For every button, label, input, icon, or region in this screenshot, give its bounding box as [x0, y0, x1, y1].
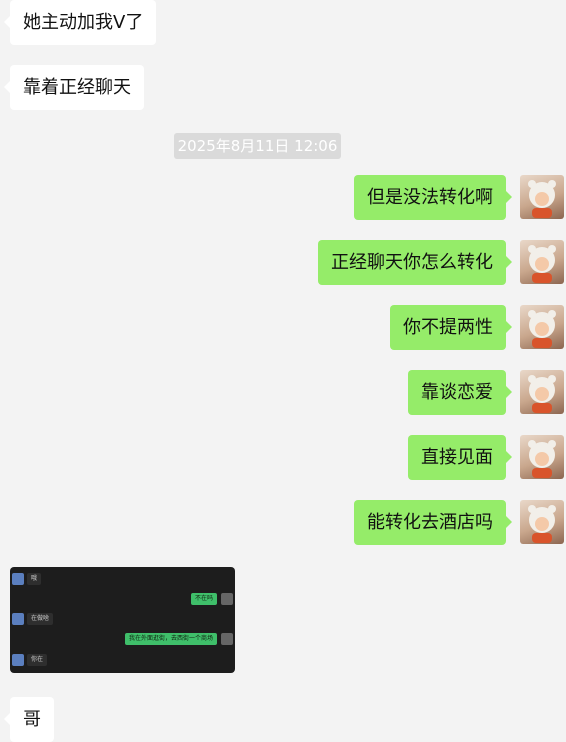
- outgoing-message[interactable]: 你不提两性: [390, 305, 512, 350]
- mini-avatar: [221, 593, 233, 605]
- incoming-message[interactable]: 靠着正经聊天: [4, 65, 144, 110]
- avatar-icon: [528, 375, 556, 413]
- mini-incoming-message: 在做啥: [27, 613, 54, 625]
- mini-outgoing-message: 不在吗: [190, 593, 217, 605]
- outgoing-message[interactable]: 直接见面: [408, 435, 512, 480]
- image-message[interactable]: 哦 不在吗 在做啥 我在外面逛街，去西街一个商场 你在: [10, 567, 235, 673]
- timestamp: 2025年8月11日 12:06: [174, 133, 341, 159]
- mini-incoming-message: 哦: [27, 573, 42, 585]
- mini-avatar: [221, 633, 233, 645]
- mini-avatar: [12, 613, 24, 625]
- avatar[interactable]: [520, 305, 564, 349]
- avatar-icon: [528, 310, 556, 348]
- mini-outgoing-message: 我在外面逛街，去西街一个商场: [124, 633, 217, 645]
- avatar[interactable]: [520, 175, 564, 219]
- avatar-icon: [528, 180, 556, 218]
- outgoing-message[interactable]: 靠谈恋爱: [408, 370, 512, 415]
- outgoing-message[interactable]: 能转化去酒店吗: [354, 500, 512, 545]
- avatar-icon: [528, 505, 556, 543]
- mini-avatar: [12, 654, 24, 666]
- mini-avatar: [12, 573, 24, 585]
- avatar-icon: [528, 440, 556, 478]
- outgoing-message[interactable]: 但是没法转化啊: [354, 175, 512, 220]
- avatar-icon: [528, 245, 556, 283]
- avatar[interactable]: [520, 435, 564, 479]
- incoming-message[interactable]: 哥: [4, 697, 54, 742]
- avatar[interactable]: [520, 500, 564, 544]
- outgoing-message[interactable]: 正经聊天你怎么转化: [318, 240, 512, 285]
- incoming-message[interactable]: 她主动加我V了: [3, 0, 157, 45]
- avatar[interactable]: [520, 370, 564, 414]
- avatar[interactable]: [520, 240, 564, 284]
- mini-incoming-message: 你在: [27, 654, 48, 666]
